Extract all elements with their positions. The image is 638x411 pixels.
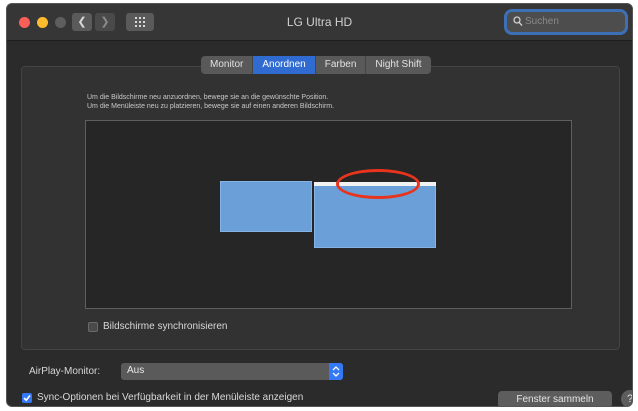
display-arrangement-area (85, 120, 572, 309)
gather-windows-button[interactable]: Fenster sammeln (498, 391, 612, 406)
help-button[interactable]: ? (621, 390, 632, 406)
airplay-monitor-value: Aus (127, 365, 145, 376)
search-field[interactable] (507, 12, 625, 32)
tab-night-shift[interactable]: Night Shift (366, 56, 430, 74)
preferences-window: ❮ ❯ LG Ultra HD Monitor Anordnen (6, 3, 633, 407)
tab-anordnen[interactable]: Anordnen (253, 56, 316, 74)
mirror-displays-label: Bildschirme synchronisieren (103, 321, 228, 332)
instruction-text-line-1: Um die Bildschirme neu anzuordnen, beweg… (87, 94, 329, 101)
tab-monitor[interactable]: Monitor (201, 56, 254, 74)
airplay-monitor-label: AirPlay-Monitor: (29, 366, 101, 377)
red-annotation-circle (336, 169, 420, 199)
sync-options-label: Sync-Optionen bei Verfügbarkeit in der M… (37, 392, 304, 403)
sync-options-checkbox[interactable] (22, 393, 32, 403)
airplay-monitor-select[interactable]: Aus (121, 363, 343, 380)
tab-bar: Monitor Anordnen Farben Night Shift (201, 56, 431, 74)
instruction-text-line-2: Um die Menüleiste neu zu platzieren, bew… (87, 103, 335, 110)
select-arrows-icon (329, 363, 343, 380)
checkmark-icon (23, 394, 31, 402)
mirror-displays-checkbox[interactable] (88, 322, 98, 332)
tab-farben[interactable]: Farben (316, 56, 367, 74)
display-1-thumbnail[interactable] (220, 181, 312, 232)
title-bar: ❮ ❯ LG Ultra HD (7, 4, 632, 41)
search-icon (513, 16, 523, 27)
search-input[interactable] (525, 14, 617, 29)
